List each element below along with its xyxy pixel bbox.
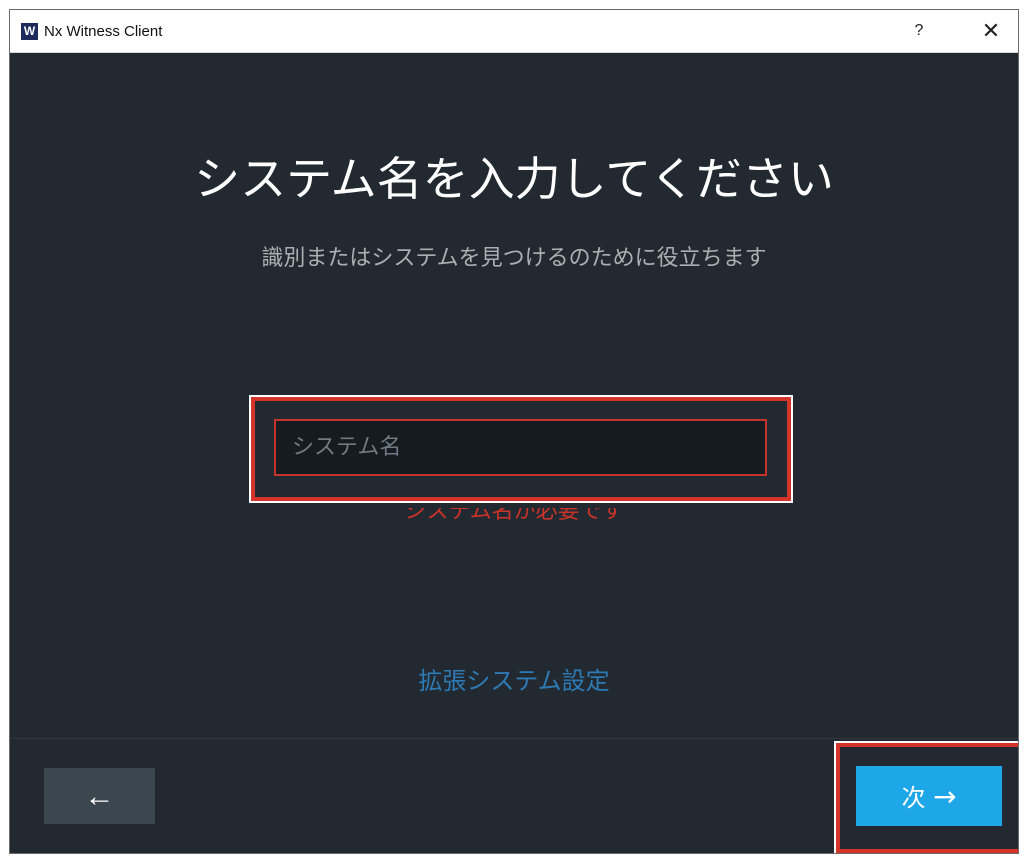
page-subtitle: 識別またはシステムを見つけるのために役立ちます bbox=[261, 246, 767, 271]
title-bar: W Nx Witness Client ? ✕ bbox=[10, 10, 1018, 53]
error-message: システム名が必要です bbox=[404, 499, 624, 524]
close-button[interactable]: ✕ bbox=[968, 10, 1014, 52]
advanced-settings-link[interactable]: 拡張システム設定 bbox=[10, 665, 1018, 697]
help-button[interactable]: ? bbox=[896, 10, 942, 52]
page-title: システム名を入力してください bbox=[194, 152, 834, 206]
arrow-left-icon: ← bbox=[84, 780, 115, 813]
system-name-input[interactable] bbox=[274, 419, 767, 476]
next-button[interactable]: 次 → bbox=[856, 766, 1002, 826]
footer-bar: ← 次 → bbox=[10, 738, 1018, 853]
window-title: Nx Witness Client bbox=[44, 23, 163, 40]
setup-content: システム名を入力してください 識別またはシステムを見つけるのために役立ちます シ… bbox=[10, 53, 1018, 738]
next-button-label: 次 bbox=[901, 784, 926, 812]
arrow-right-icon: → bbox=[933, 780, 957, 813]
app-logo-icon: W bbox=[21, 23, 38, 40]
back-button[interactable]: ← bbox=[44, 768, 155, 824]
setup-window: W Nx Witness Client ? ✕ システム名を入力してください 識… bbox=[9, 9, 1019, 854]
